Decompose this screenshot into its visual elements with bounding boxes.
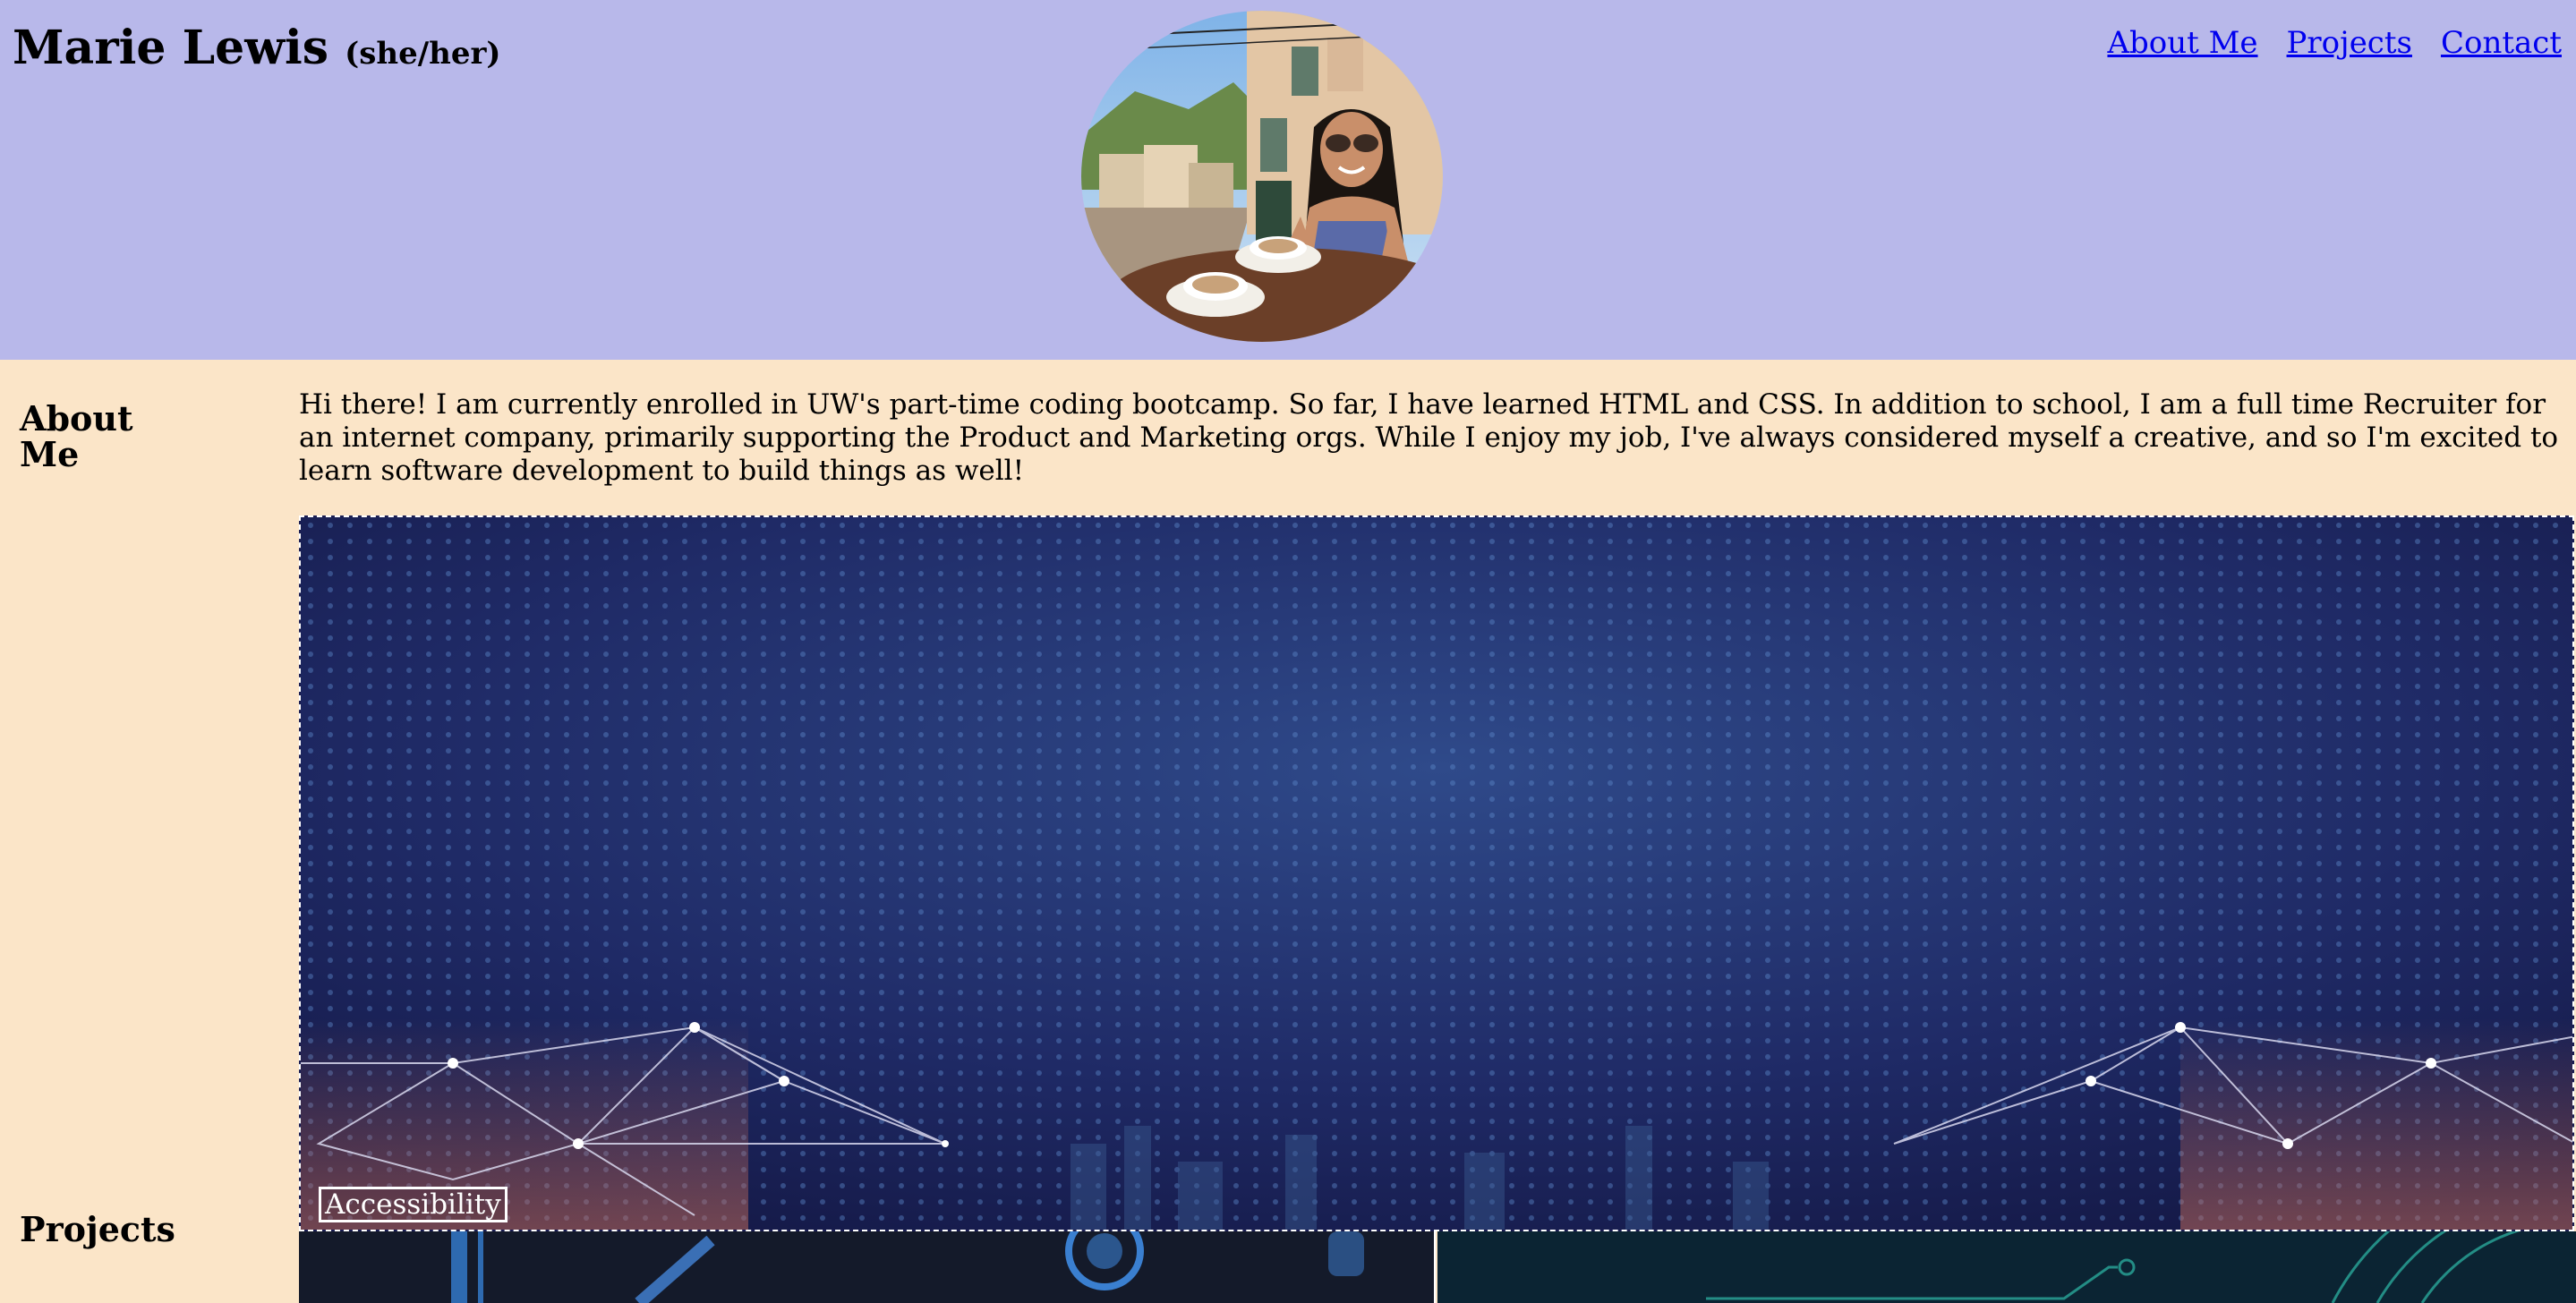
name-text: Marie Lewis: [13, 21, 329, 75]
project-card-2[interactable]: [299, 1231, 1436, 1303]
project-card-3-image: [1437, 1231, 2576, 1303]
profile-photo-image: [1081, 11, 1443, 342]
site-title: Marie Lewis (she/her): [13, 20, 501, 82]
about-me-text: Hi there! I am currently enrolled in UW'…: [299, 388, 2559, 487]
project-card-label: Accessibility: [319, 1187, 508, 1222]
nav-link-contact[interactable]: Contact: [2441, 23, 2562, 63]
project-card-accessibility[interactable]: Accessibility: [299, 515, 2574, 1231]
nav-link-projects[interactable]: Projects: [2287, 23, 2412, 63]
nav-link-about-me[interactable]: About Me: [2107, 23, 2257, 63]
pronouns-text: (she/her): [345, 36, 501, 72]
about-me-heading: About Me: [20, 398, 133, 474]
project-card-3[interactable]: [1437, 1231, 2576, 1303]
project-card-image: [301, 517, 2572, 1230]
projects-heading: Projects: [20, 1209, 175, 1249]
profile-photo: [1081, 11, 1443, 342]
main-nav: About Me Projects Contact: [2107, 23, 2562, 63]
site-header: Marie Lewis (she/her) About Me Projects …: [0, 0, 2576, 360]
project-card-2-image: [299, 1231, 1434, 1303]
